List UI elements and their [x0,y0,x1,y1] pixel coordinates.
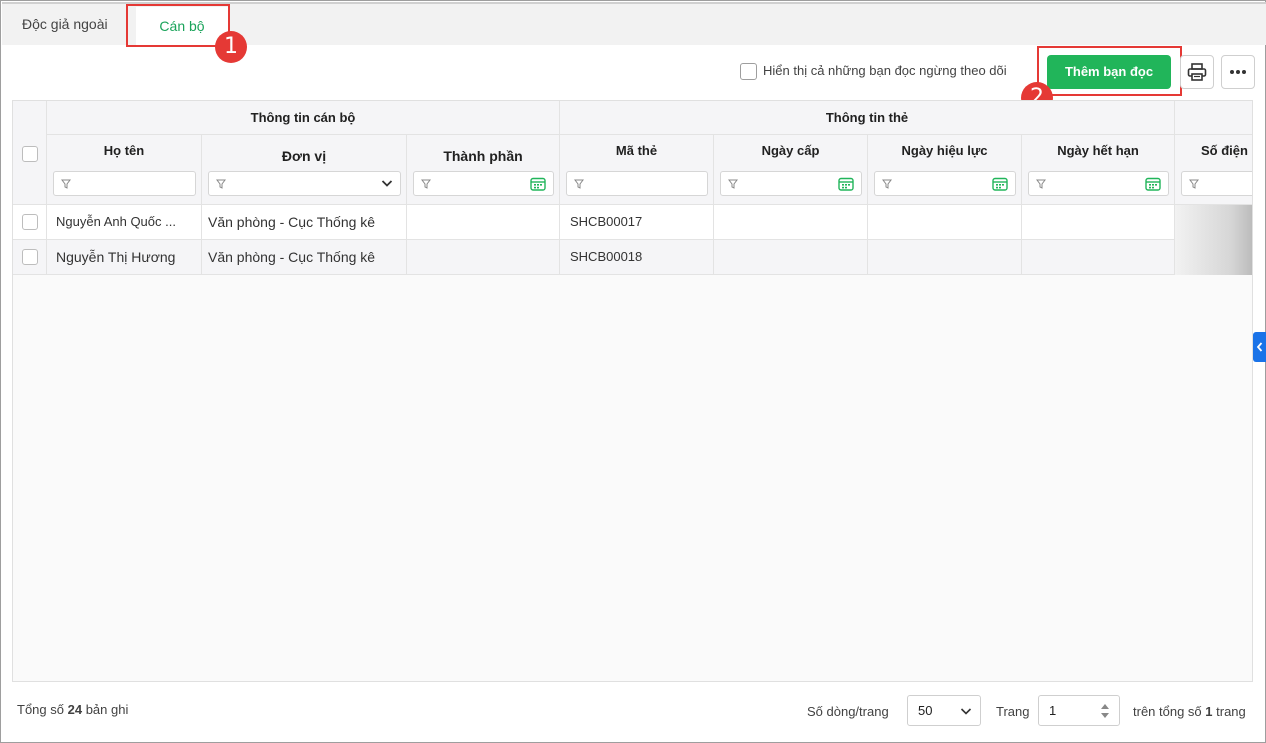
more-button[interactable] [1221,55,1255,89]
cell-expiry-date[interactable] [1022,205,1175,240]
group-header-overflow [1175,101,1252,135]
filter-icon [1036,179,1046,189]
filter-icon [574,179,584,189]
column-title-card-code: Mã thẻ [615,143,658,158]
column-header-unit[interactable]: Đơn vị [202,135,407,205]
calendar-icon[interactable] [530,177,546,191]
cell-card-code[interactable]: SHCB00018 [560,240,714,275]
column-header-effective-date[interactable]: Ngày hiệu lực [868,135,1022,205]
page-number-input[interactable]: 1 [1038,695,1120,726]
filter-icon [421,179,431,189]
staff-grid: Thông tin cán bộ Thông tin thẻ Họ tên Đơ… [12,100,1253,682]
column-title-component: Thành phần [443,148,523,164]
column-title-unit: Đơn vị [281,148,327,164]
column-title-name: Họ tên [103,143,145,158]
column-header-expiry-date[interactable]: Ngày hết hạn [1022,135,1175,205]
cell-expiry-date[interactable] [1022,240,1175,275]
row-checkbox[interactable] [22,214,38,230]
calendar-icon[interactable] [838,177,854,191]
cell-name[interactable]: Nguyễn Anh Quốc ... [47,205,202,240]
total-pages: trên tổng số 1 trang [1133,704,1246,719]
annotation-box-1 [126,4,230,47]
annotation-box-2 [1037,46,1182,96]
printer-icon [1187,63,1207,81]
filter-icon [61,179,71,189]
filter-icon [1189,179,1199,189]
cell-effective-date[interactable] [868,240,1022,275]
annotation-badge-1: 1 [215,31,247,63]
select-all-checkbox[interactable] [22,146,38,162]
group-header-card-info: Thông tin thẻ [560,101,1175,135]
calendar-icon[interactable] [1145,177,1161,191]
table-row[interactable] [13,240,47,275]
filter-issue-date[interactable] [720,171,862,196]
filter-expiry-date[interactable] [1028,171,1169,196]
cell-name[interactable]: Nguyễn Thị Hương [47,240,202,275]
cell-card-code[interactable]: SHCB00017 [560,205,714,240]
cell-issue-date[interactable] [714,205,868,240]
app-window: Độc giả ngoài Cán bộ 1 Hiển thị cả những… [0,0,1266,743]
select-all-header [13,101,47,205]
rows-per-page-select[interactable]: 50 [907,695,981,726]
cell-unit[interactable]: Văn phòng - Cục Thống kê [202,240,407,275]
column-header-issue-date[interactable]: Ngày cấp [714,135,868,205]
column-header-card-code[interactable]: Mã thẻ [560,135,714,205]
show-inactive-checkbox[interactable] [740,63,757,80]
filter-effective-date[interactable] [874,171,1016,196]
filter-card-code[interactable] [566,171,708,196]
total-records: Tổng số 24 bản ghi [17,702,128,717]
total-prefix: Tổng số [17,702,64,717]
filter-unit[interactable] [208,171,401,196]
filter-component[interactable] [413,171,554,196]
rows-per-page-value: 50 [918,703,933,718]
show-inactive-label: Hiển thị cả những bạn đọc ngừng theo dõi [763,63,1007,78]
total-count: 24 [67,702,83,717]
tab-external-readers[interactable]: Độc giả ngoài [22,4,108,47]
column-header-phone[interactable]: Số điện [1175,135,1252,205]
filter-icon [216,179,226,189]
phone-cells-redacted [1175,205,1252,275]
cell-effective-date[interactable] [868,205,1022,240]
total-suffix: bản ghi [85,702,129,717]
column-title-phone: Số điện [1201,143,1248,158]
cell-unit[interactable]: Văn phòng - Cục Thống kê [202,205,407,240]
group-header-staff-info: Thông tin cán bộ [47,101,560,135]
print-button[interactable] [1180,55,1214,89]
cell-component[interactable] [407,240,560,275]
filter-name[interactable] [53,171,196,196]
chevron-down-icon [381,180,393,187]
rows-per-page-label: Số dòng/trang [807,704,889,719]
page-label: Trang [996,704,1030,719]
page-number-value: 1 [1049,703,1057,718]
ellipsis-icon [1230,70,1246,74]
filter-icon [728,179,738,189]
of-total-suffix: trang [1216,704,1246,719]
cell-component[interactable] [407,205,560,240]
filter-icon [882,179,892,189]
column-header-component[interactable]: Thành phần [407,135,560,205]
stepper-icon[interactable] [1100,701,1110,721]
column-header-name[interactable]: Họ tên [47,135,202,205]
row-checkbox[interactable] [22,249,38,265]
calendar-icon[interactable] [992,177,1008,191]
cell-issue-date[interactable] [714,240,868,275]
filter-phone[interactable] [1181,171,1252,196]
chevron-down-icon [960,708,972,715]
side-panel-toggle[interactable] [1253,332,1266,362]
chevron-left-icon [1256,342,1263,352]
column-title-issue-date: Ngày cấp [761,143,820,158]
total-pages-value: 1 [1205,704,1213,719]
column-title-expiry-date: Ngày hết hạn [1057,143,1139,158]
column-title-effective-date: Ngày hiệu lực [901,143,988,158]
of-total-prefix: trên tổng số [1133,704,1202,719]
table-row[interactable] [13,205,47,240]
